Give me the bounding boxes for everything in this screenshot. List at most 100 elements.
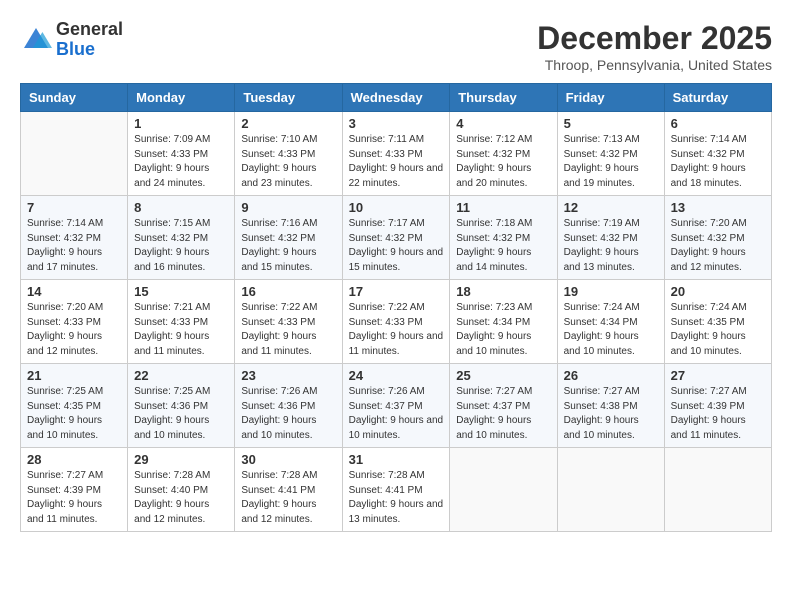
calendar-cell: 24 Sunrise: 7:26 AMSunset: 4:37 PMDayligh… — [342, 364, 450, 448]
day-number: 20 — [671, 284, 765, 299]
calendar-cell: 5Sunrise: 7:13 AMSunset: 4:32 PMDaylight… — [557, 112, 664, 196]
day-info: Sunrise: 7:26 AMSunset: 4:37 PMDaylight:… — [349, 385, 444, 443]
day-info: Sunrise: 7:28 AMSunset: 4:41 PMDaylight:… — [241, 469, 335, 527]
day-number: 6 — [671, 116, 765, 131]
day-info: Sunrise: 7:28 AMSunset: 4:41 PMDaylight:… — [349, 469, 444, 527]
day-number: 7 — [27, 200, 121, 215]
day-number: 5 — [564, 116, 658, 131]
logo-text: General Blue — [56, 20, 123, 60]
calendar-cell — [557, 448, 664, 532]
calendar-cell: 7 Sunrise: 7:14 AMSunset: 4:32 PMDaylight… — [21, 196, 128, 280]
day-info: Sunrise: 7:10 AMSunset: 4:33 PMDaylight:… — [241, 133, 335, 191]
calendar-cell: 26 Sunrise: 7:27 AMSunset: 4:38 PMDayligh… — [557, 364, 664, 448]
day-info: Sunrise: 7:22 AMSunset: 4:33 PMDaylight:… — [241, 301, 335, 359]
weekday-header-friday: Friday — [557, 84, 664, 112]
calendar-cell — [450, 448, 557, 532]
calendar-cell: 14 Sunrise: 7:20 AMSunset: 4:33 PMDayligh… — [21, 280, 128, 364]
day-number: 9 — [241, 200, 335, 215]
calendar-cell: 9 Sunrise: 7:16 AMSunset: 4:32 PMDaylight… — [235, 196, 342, 280]
day-number: 4 — [456, 116, 550, 131]
day-info: Sunrise: 7:20 AMSunset: 4:33 PMDaylight:… — [27, 301, 121, 359]
calendar-cell: 15 Sunrise: 7:21 AMSunset: 4:33 PMDayligh… — [128, 280, 235, 364]
day-info: Sunrise: 7:25 AMSunset: 4:36 PMDaylight:… — [134, 385, 228, 443]
calendar-cell: 10Sunrise: 7:17 AMSunset: 4:32 PMDayligh… — [342, 196, 450, 280]
calendar-cell: 31 Sunrise: 7:28 AMSunset: 4:41 PMDayligh… — [342, 448, 450, 532]
day-info: Sunrise: 7:27 AMSunset: 4:39 PMDaylight:… — [27, 469, 121, 527]
calendar-week-1: 1Sunrise: 7:09 AMSunset: 4:33 PMDaylight… — [21, 112, 772, 196]
calendar-cell: 2Sunrise: 7:10 AMSunset: 4:33 PMDaylight… — [235, 112, 342, 196]
day-number: 24 — [349, 368, 444, 383]
day-number: 30 — [241, 452, 335, 467]
day-number: 21 — [27, 368, 121, 383]
day-number: 8 — [134, 200, 228, 215]
weekday-header-tuesday: Tuesday — [235, 84, 342, 112]
day-info: Sunrise: 7:14 AMSunset: 4:32 PMDaylight:… — [27, 217, 121, 275]
day-number: 14 — [27, 284, 121, 299]
logo-general-text: General — [56, 20, 123, 40]
logo-icon — [20, 24, 52, 56]
day-number: 26 — [564, 368, 658, 383]
day-info: Sunrise: 7:16 AMSunset: 4:32 PMDaylight:… — [241, 217, 335, 275]
page-header: General Blue December 2025 Throop, Penns… — [20, 20, 772, 73]
day-info: Sunrise: 7:19 AMSunset: 4:32 PMDaylight:… — [564, 217, 658, 275]
calendar-cell: 6Sunrise: 7:14 AMSunset: 4:32 PMDaylight… — [664, 112, 771, 196]
calendar-cell — [664, 448, 771, 532]
day-info: Sunrise: 7:18 AMSunset: 4:32 PMDaylight:… — [456, 217, 550, 275]
calendar-cell: 19Sunrise: 7:24 AMSunset: 4:34 PMDayligh… — [557, 280, 664, 364]
day-info: Sunrise: 7:22 AMSunset: 4:33 PMDaylight:… — [349, 301, 444, 359]
logo: General Blue — [20, 20, 123, 60]
calendar-cell: 27Sunrise: 7:27 AMSunset: 4:39 PMDayligh… — [664, 364, 771, 448]
day-number: 11 — [456, 200, 550, 215]
location-title: Throop, Pennsylvania, United States — [537, 57, 772, 73]
day-info: Sunrise: 7:24 AMSunset: 4:35 PMDaylight:… — [671, 301, 765, 359]
calendar-cell: 20 Sunrise: 7:24 AMSunset: 4:35 PMDayligh… — [664, 280, 771, 364]
day-info: Sunrise: 7:27 AMSunset: 4:38 PMDaylight:… — [564, 385, 658, 443]
weekday-header-monday: Monday — [128, 84, 235, 112]
calendar-cell: 29 Sunrise: 7:28 AMSunset: 4:40 PMDayligh… — [128, 448, 235, 532]
day-number: 1 — [134, 116, 228, 131]
weekday-header-wednesday: Wednesday — [342, 84, 450, 112]
title-area: December 2025 Throop, Pennsylvania, Unit… — [537, 20, 772, 73]
calendar-week-5: 28 Sunrise: 7:27 AMSunset: 4:39 PMDayligh… — [21, 448, 772, 532]
day-number: 17 — [349, 284, 444, 299]
day-info: Sunrise: 7:17 AMSunset: 4:32 PMDaylight:… — [349, 217, 444, 275]
day-number: 18 — [456, 284, 550, 299]
calendar-cell: 22 Sunrise: 7:25 AMSunset: 4:36 PMDayligh… — [128, 364, 235, 448]
day-number: 28 — [27, 452, 121, 467]
calendar-week-4: 21 Sunrise: 7:25 AMSunset: 4:35 PMDayligh… — [21, 364, 772, 448]
day-info: Sunrise: 7:11 AMSunset: 4:33 PMDaylight:… — [349, 133, 444, 191]
weekday-header-row: SundayMondayTuesdayWednesdayThursdayFrid… — [21, 84, 772, 112]
calendar-week-2: 7 Sunrise: 7:14 AMSunset: 4:32 PMDaylight… — [21, 196, 772, 280]
day-info: Sunrise: 7:12 AMSunset: 4:32 PMDaylight:… — [456, 133, 550, 191]
calendar-cell: 23Sunrise: 7:26 AMSunset: 4:36 PMDayligh… — [235, 364, 342, 448]
day-number: 16 — [241, 284, 335, 299]
calendar-cell: 4 Sunrise: 7:12 AMSunset: 4:32 PMDaylight… — [450, 112, 557, 196]
day-info: Sunrise: 7:21 AMSunset: 4:33 PMDaylight:… — [134, 301, 228, 359]
day-number: 23 — [241, 368, 335, 383]
day-info: Sunrise: 7:28 AMSunset: 4:40 PMDaylight:… — [134, 469, 228, 527]
calendar-cell: 21 Sunrise: 7:25 AMSunset: 4:35 PMDayligh… — [21, 364, 128, 448]
day-number: 29 — [134, 452, 228, 467]
calendar-cell: 13Sunrise: 7:20 AMSunset: 4:32 PMDayligh… — [664, 196, 771, 280]
month-title: December 2025 — [537, 20, 772, 57]
day-info: Sunrise: 7:25 AMSunset: 4:35 PMDaylight:… — [27, 385, 121, 443]
weekday-header-saturday: Saturday — [664, 84, 771, 112]
day-number: 13 — [671, 200, 765, 215]
day-number: 3 — [349, 116, 444, 131]
calendar-cell: 11 Sunrise: 7:18 AMSunset: 4:32 PMDayligh… — [450, 196, 557, 280]
logo-blue-text: Blue — [56, 40, 123, 60]
calendar-cell — [21, 112, 128, 196]
day-number: 19 — [564, 284, 658, 299]
calendar-cell: 28 Sunrise: 7:27 AMSunset: 4:39 PMDayligh… — [21, 448, 128, 532]
calendar-cell: 16 Sunrise: 7:22 AMSunset: 4:33 PMDayligh… — [235, 280, 342, 364]
day-info: Sunrise: 7:15 AMSunset: 4:32 PMDaylight:… — [134, 217, 228, 275]
calendar-cell: 30 Sunrise: 7:28 AMSunset: 4:41 PMDayligh… — [235, 448, 342, 532]
calendar-cell: 25Sunrise: 7:27 AMSunset: 4:37 PMDayligh… — [450, 364, 557, 448]
calendar-cell: 3 Sunrise: 7:11 AMSunset: 4:33 PMDaylight… — [342, 112, 450, 196]
day-number: 31 — [349, 452, 444, 467]
day-info: Sunrise: 7:27 AMSunset: 4:39 PMDaylight:… — [671, 385, 765, 443]
calendar-cell: 8 Sunrise: 7:15 AMSunset: 4:32 PMDaylight… — [128, 196, 235, 280]
calendar-cell: 18Sunrise: 7:23 AMSunset: 4:34 PMDayligh… — [450, 280, 557, 364]
day-number: 22 — [134, 368, 228, 383]
day-number: 15 — [134, 284, 228, 299]
